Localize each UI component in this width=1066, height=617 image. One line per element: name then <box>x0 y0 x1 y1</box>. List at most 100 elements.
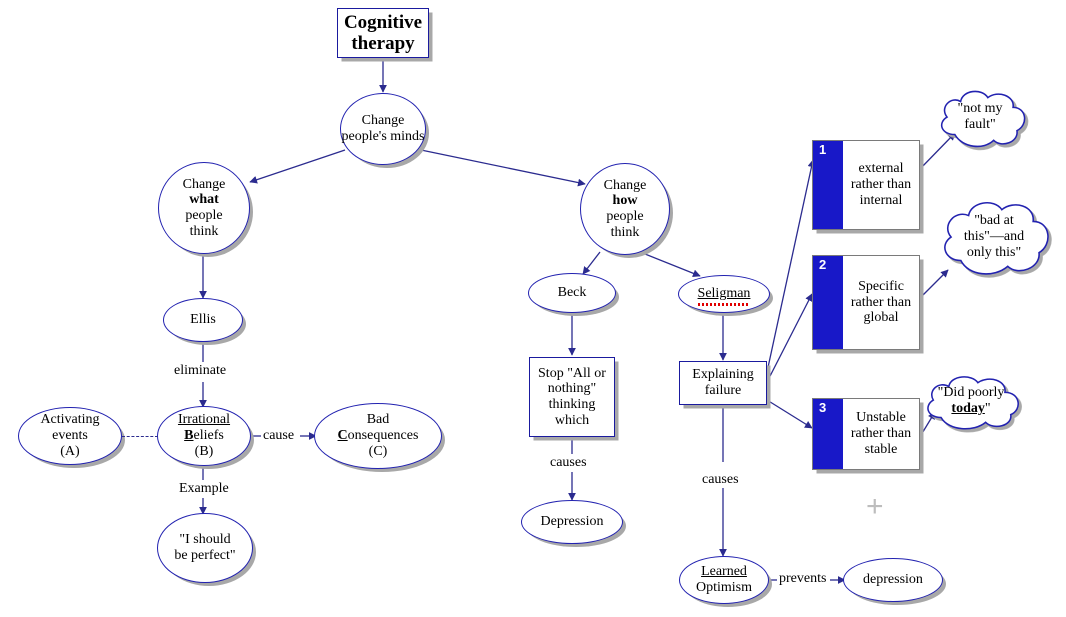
node-change-how-people-think[interactable]: Change how people think <box>580 163 670 255</box>
text-line-underline: Learned <box>701 564 747 580</box>
node-i-should-be-perfect-label: "I should be perfect" <box>174 532 235 563</box>
text-line: only this" <box>966 245 1022 261</box>
text-line: Change <box>182 176 226 192</box>
text-line: Change <box>603 177 647 193</box>
text-line: rather than <box>850 294 912 310</box>
node-depression-lower-label: depression <box>863 572 923 588</box>
edge-how-to-seligman <box>639 251 701 278</box>
text-line: stable <box>864 441 898 457</box>
node-irrational-beliefs[interactable]: Irrational Beliefs (B) <box>157 406 251 466</box>
edge-label-causes-beck: causes <box>548 455 589 471</box>
node-seligman-label: Seligman <box>697 286 751 306</box>
concept-map-canvas: Cognitive therapy Change people's minds … <box>0 0 1066 617</box>
plus-marker: + <box>866 490 884 523</box>
text-line: eliefs <box>193 428 224 444</box>
text-line: Specific <box>858 278 904 294</box>
node-bad-consequences[interactable]: Bad Consequences (C) <box>314 403 442 469</box>
edge-label-cause: cause <box>261 428 297 444</box>
text-line: think <box>189 223 219 239</box>
node-irrational-beliefs-label: Irrational Beliefs (B) <box>178 412 230 459</box>
attribution-box-1-label: external rather than internal <box>843 161 919 208</box>
node-change-what-people-think[interactable]: Change what people think <box>158 162 250 254</box>
node-bad-consequences-label: Bad Consequences (C) <box>338 412 419 459</box>
text-line: be perfect" <box>174 548 236 563</box>
node-ellis-label: Ellis <box>190 312 216 328</box>
node-i-should-be-perfect[interactable]: "I should be perfect" <box>157 513 253 583</box>
connector-activating-to-beliefs <box>122 436 158 437</box>
node-ellis[interactable]: Ellis <box>163 298 243 342</box>
cloud-not-my-fault-label: "not my fault" <box>933 86 1027 148</box>
node-cognitive-therapy[interactable]: Cognitive therapy <box>337 8 429 58</box>
attribution-box-2-label: Specific rather than global <box>843 279 919 326</box>
text-line: people <box>185 208 223 223</box>
attribution-box-1-band <box>813 141 843 229</box>
attribution-box-3-band <box>813 399 843 469</box>
text-initial-bold: C <box>337 428 348 444</box>
text-line: Stop "All or <box>538 365 606 381</box>
text-line: this"—and <box>963 228 1025 244</box>
edge-label-eliminate: eliminate <box>172 363 229 379</box>
node-depression-capital[interactable]: Depression <box>521 500 623 544</box>
node-activating-events-label: Activating events (A) <box>40 412 99 459</box>
cloud-not-my-fault[interactable]: "not my fault" <box>933 86 1027 148</box>
cloud-did-poorly-today[interactable]: "Did poorly today" <box>919 373 1023 430</box>
text-line: internal <box>859 192 903 208</box>
text-line: Optimism <box>695 580 752 595</box>
node-stop-all-or-nothing[interactable]: Stop "All or nothing" thinking which <box>529 357 615 437</box>
node-learned-optimism-label: Learned Optimism <box>696 564 752 595</box>
text-line-bold-underline: today <box>951 401 985 416</box>
text-line: people <box>606 209 644 224</box>
text-line-underline: Irrational <box>177 412 231 428</box>
attribution-box-1-number: 1 <box>819 142 827 157</box>
edge-minds-to-what <box>249 149 346 184</box>
text-line: external <box>858 161 904 177</box>
text-initial-bold: B <box>184 428 194 444</box>
text-line: nothing" <box>547 381 597 397</box>
text-line: which <box>554 412 590 428</box>
node-change-peoples-minds-label: Change people's minds <box>341 113 425 144</box>
text-line: think <box>610 224 640 240</box>
text-line: "I should <box>179 532 231 548</box>
node-attribution-box-1[interactable]: 1 external rather than internal <box>812 140 920 230</box>
node-depression-capital-label: Depression <box>540 514 604 530</box>
node-learned-optimism[interactable]: Learned Optimism <box>679 556 769 604</box>
node-activating-events[interactable]: Activating events (A) <box>18 407 122 465</box>
attribution-box-2-band <box>813 256 843 349</box>
node-change-peoples-minds[interactable]: Change people's minds <box>340 93 426 165</box>
text-line: "bad at <box>974 212 1014 228</box>
edge-how-to-beck <box>582 251 601 275</box>
edge-explaining-to-box1 <box>766 159 816 373</box>
text-line: Bad <box>366 412 390 428</box>
node-change-how-people-think-label: Change how people think <box>604 178 647 241</box>
node-depression-lower[interactable]: depression <box>843 558 943 602</box>
attribution-box-3-number: 3 <box>819 400 827 415</box>
text-line: thinking <box>548 397 596 412</box>
node-attribution-box-2[interactable]: 2 Specific rather than global <box>812 255 920 350</box>
node-stop-all-or-nothing-label: Stop "All or nothing" thinking which <box>538 366 606 429</box>
text-line: global <box>863 310 899 326</box>
text-line: Activating <box>40 412 100 428</box>
node-attribution-box-3[interactable]: 3 Unstable rather than stable <box>812 398 920 470</box>
cloud-did-poorly-today-label: "Did poorly today" <box>919 373 1023 429</box>
cloud-bad-at-this-label: "bad at this"—and only this" <box>935 196 1053 278</box>
text-line: rather than <box>850 177 912 193</box>
text-line: "not my <box>957 100 1003 116</box>
node-explaining-failure[interactable]: Explaining failure <box>679 361 767 405</box>
text-line: (B) <box>194 443 214 459</box>
text-line-bold: what <box>189 192 219 208</box>
text-line: (A) <box>60 443 80 459</box>
edge-explaining-to-box3 <box>766 399 813 429</box>
attribution-box-2-number: 2 <box>819 257 827 272</box>
node-seligman[interactable]: Seligman <box>678 275 770 313</box>
attribution-box-3-label: Unstable rather than stable <box>843 410 919 457</box>
text-line: (C) <box>368 443 388 459</box>
node-explaining-failure-label: Explaining failure <box>692 367 753 398</box>
node-beck[interactable]: Beck <box>528 273 616 313</box>
text-line: events <box>52 428 88 444</box>
text-line: failure <box>704 383 742 398</box>
text-line: Unstable <box>856 410 906 426</box>
cloud-bad-at-this[interactable]: "bad at this"—and only this" <box>935 196 1053 278</box>
text-line: Explaining <box>692 367 754 383</box>
edge-label-example: Example <box>177 481 231 497</box>
node-change-what-people-think-label: Change what people think <box>183 177 226 240</box>
